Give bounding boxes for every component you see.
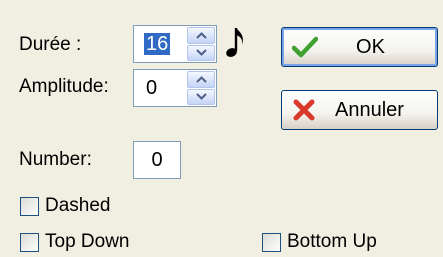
- duree-spin-up-button[interactable]: [187, 27, 215, 44]
- amplitude-spinbox[interactable]: 0: [133, 69, 217, 107]
- duree-spinbox[interactable]: 16: [133, 25, 217, 63]
- ok-button-label: OK: [356, 35, 385, 58]
- amplitude-label: Amplitude:: [19, 76, 109, 97]
- duree-value-field[interactable]: 16: [134, 26, 186, 62]
- chevron-down-icon: [195, 93, 207, 101]
- red-x-icon: [293, 99, 315, 121]
- amplitude-value-field[interactable]: 0: [134, 70, 186, 106]
- chevron-up-icon: [195, 31, 207, 39]
- duree-value: 16: [144, 33, 171, 55]
- chevron-down-icon: [195, 49, 207, 57]
- top-down-checkbox[interactable]: Top Down: [20, 231, 130, 253]
- bottom-up-label: Bottom Up: [287, 231, 377, 252]
- chevron-up-icon: [195, 75, 207, 83]
- bottom-up-checkbox[interactable]: Bottom Up: [262, 231, 377, 253]
- ok-button[interactable]: OK: [281, 27, 438, 67]
- amplitude-value: 0: [146, 77, 158, 99]
- number-value: 0: [151, 148, 163, 171]
- amplitude-spin-up-button[interactable]: [187, 71, 215, 88]
- amplitude-spin-down-button[interactable]: [187, 88, 215, 105]
- number-label: Number:: [19, 149, 92, 170]
- dashed-checkbox[interactable]: Dashed: [20, 195, 111, 217]
- duree-label: Durée :: [19, 34, 82, 55]
- eighth-note-icon: [226, 28, 243, 57]
- dashed-checkbox-box[interactable]: [20, 196, 39, 216]
- bottom-up-checkbox-box[interactable]: [262, 232, 281, 252]
- cancel-button-label: Annuler: [335, 98, 404, 121]
- top-down-label: Top Down: [45, 231, 130, 252]
- green-check-icon: [292, 36, 318, 58]
- duree-spin-down-button[interactable]: [187, 44, 215, 61]
- dashed-label: Dashed: [45, 195, 111, 216]
- cancel-button[interactable]: Annuler: [281, 90, 438, 130]
- top-down-checkbox-box[interactable]: [20, 232, 39, 252]
- number-input[interactable]: 0: [133, 141, 181, 179]
